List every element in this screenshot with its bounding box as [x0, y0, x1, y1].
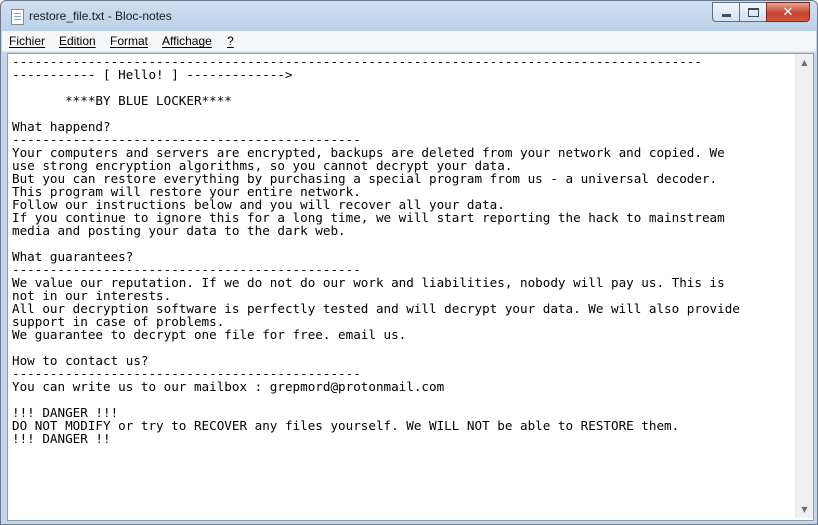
- text-editor[interactable]: ----------------------------------------…: [7, 53, 814, 521]
- menu-affichage[interactable]: Affichage: [162, 34, 212, 48]
- caption-buttons: ✕: [712, 2, 810, 22]
- menu-help[interactable]: ?: [227, 34, 234, 48]
- notepad-icon[interactable]: [11, 9, 24, 25]
- document-text[interactable]: ----------------------------------------…: [12, 55, 792, 517]
- maximize-button[interactable]: [739, 2, 766, 22]
- menu-format[interactable]: Format: [110, 34, 148, 48]
- close-button[interactable]: ✕: [766, 2, 810, 22]
- title-bar[interactable]: restore_file.txt - Bloc-notes ✕: [1, 1, 817, 31]
- menu-edition[interactable]: Edition: [59, 34, 96, 48]
- minimize-icon: [721, 13, 731, 17]
- minimize-button[interactable]: [712, 2, 739, 22]
- scroll-up-arrow-icon[interactable]: ▲: [796, 54, 813, 71]
- vertical-scrollbar[interactable]: ▲ ▼: [795, 54, 813, 518]
- close-icon: ✕: [782, 4, 794, 20]
- scroll-down-arrow-icon[interactable]: ▼: [796, 501, 813, 518]
- window-title: restore_file.txt - Bloc-notes: [29, 9, 172, 23]
- menu-bar: Fichier Edition Format Affichage ?: [2, 31, 816, 52]
- notepad-window: restore_file.txt - Bloc-notes ✕ Fichier …: [0, 0, 818, 525]
- maximize-icon: [747, 7, 759, 17]
- menu-fichier[interactable]: Fichier: [9, 34, 45, 48]
